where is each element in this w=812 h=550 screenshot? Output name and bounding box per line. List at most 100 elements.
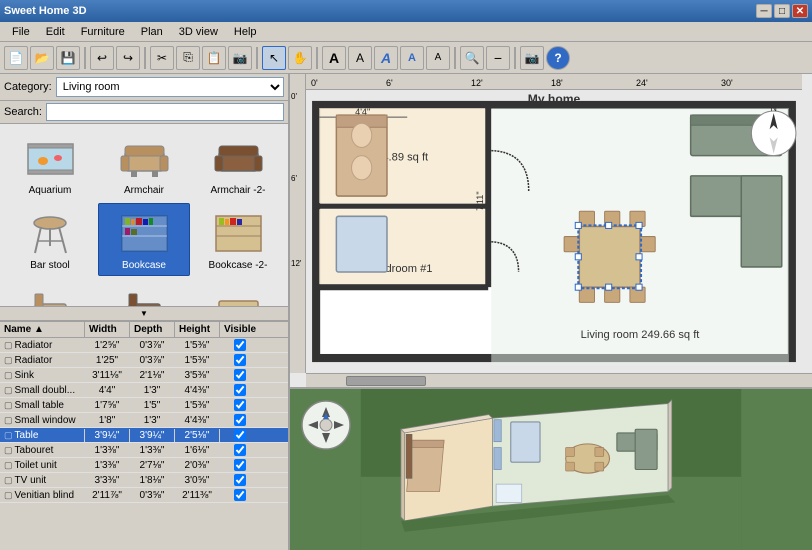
coffeetable-icon — [208, 283, 268, 306]
text-size-button[interactable]: A — [426, 46, 450, 70]
row-height: 1'5⅜" — [175, 354, 220, 367]
row-name: Toilet unit — [0, 459, 85, 472]
camera-button[interactable]: 📷 — [228, 46, 252, 70]
zoom-in-plan-button[interactable]: 🔍 — [460, 46, 484, 70]
visible-checkbox[interactable] — [234, 459, 246, 471]
visible-checkbox[interactable] — [234, 489, 246, 501]
visible-checkbox[interactable] — [234, 474, 246, 486]
furniture-item-aquarium[interactable]: Aquarium — [4, 128, 96, 201]
menu-edit[interactable]: Edit — [38, 24, 73, 40]
table-row[interactable]: Venitian blind 2'11⅞" 0'3⅝" 2'11⅜" — [0, 488, 288, 503]
save-button[interactable]: 💾 — [56, 46, 80, 70]
row-visible[interactable] — [220, 428, 260, 442]
visible-checkbox[interactable] — [234, 369, 246, 381]
zoom-out-button[interactable]: A — [348, 46, 372, 70]
row-width: 1'3⅜" — [85, 459, 130, 472]
maximize-button[interactable]: □ — [774, 4, 790, 18]
furniture-item-chair[interactable]: Chair — [4, 278, 96, 306]
col-depth[interactable]: Depth — [130, 322, 175, 337]
copy-button[interactable]: ⎘ — [176, 46, 200, 70]
visible-checkbox[interactable] — [234, 414, 246, 426]
col-name[interactable]: Name ▲ — [0, 322, 85, 337]
furniture-item-coffeetable[interactable]: Coffee table — [192, 278, 284, 306]
row-depth: 2'1⅛" — [130, 369, 175, 382]
text-style-button[interactable]: A — [400, 46, 424, 70]
visible-checkbox[interactable] — [234, 399, 246, 411]
open-button[interactable]: 📂 — [30, 46, 54, 70]
visible-checkbox[interactable] — [234, 339, 246, 351]
visible-checkbox[interactable] — [234, 384, 246, 396]
menu-furniture[interactable]: Furniture — [73, 24, 133, 40]
barstool-label: Bar stool — [30, 260, 69, 271]
visible-checkbox[interactable] — [234, 429, 246, 441]
row-visible[interactable] — [220, 383, 260, 397]
row-visible[interactable] — [220, 443, 260, 457]
new-button[interactable]: 📄 — [4, 46, 28, 70]
row-visible[interactable] — [220, 488, 260, 502]
row-visible[interactable] — [220, 398, 260, 412]
aquarium-icon — [20, 133, 80, 183]
close-button[interactable]: ✕ — [792, 4, 808, 18]
cut-button[interactable]: ✂ — [150, 46, 174, 70]
pan-button[interactable]: ✋ — [288, 46, 312, 70]
row-visible[interactable] — [220, 353, 260, 367]
col-width[interactable]: Width — [85, 322, 130, 337]
row-visible[interactable] — [220, 458, 260, 472]
undo-button[interactable]: ↩ — [90, 46, 114, 70]
paste-button[interactable]: 📋 — [202, 46, 226, 70]
table-row[interactable]: Toilet unit 1'3⅜" 2'7⅛" 2'0⅜" — [0, 458, 288, 473]
row-visible[interactable] — [220, 338, 260, 352]
category-select[interactable]: Living room Bedroom Kitchen Bathroom — [56, 77, 284, 97]
furniture-item-armchair2[interactable]: Armchair -2- — [192, 128, 284, 201]
separator-6 — [514, 47, 516, 69]
table-row[interactable]: Sink 3'11⅛" 2'1⅛" 3'5⅜" — [0, 368, 288, 383]
zoom-in-button[interactable]: A — [322, 46, 346, 70]
table-row[interactable]: Small table 1'7⅝" 1'5" 1'5⅜" — [0, 398, 288, 413]
visible-checkbox[interactable] — [234, 444, 246, 456]
table-row-selected[interactable]: Table 3'9¼" 3'9¼" 2'5⅛" — [0, 428, 288, 443]
text-button[interactable]: A — [374, 46, 398, 70]
chair-icon — [20, 283, 80, 306]
menu-help[interactable]: Help — [226, 24, 265, 40]
ruler-mark-0: 0' — [311, 78, 318, 88]
import-button[interactable]: 📷 — [520, 46, 544, 70]
barstool-icon — [20, 208, 80, 258]
furniture-item-chair2[interactable]: Chair -2- — [98, 278, 190, 306]
select-button[interactable]: ↖ — [262, 46, 286, 70]
ruler-top: 0' 6' 12' 18' 24' 30' — [306, 74, 802, 90]
row-name: Radiator — [0, 354, 85, 367]
furniture-item-bookcase[interactable]: Bookcase — [98, 203, 190, 276]
row-visible[interactable] — [220, 413, 260, 427]
row-visible[interactable] — [220, 368, 260, 382]
separator-3 — [256, 47, 258, 69]
grid-scroll-down[interactable]: ▼ — [0, 306, 288, 320]
visible-checkbox[interactable] — [234, 354, 246, 366]
redo-button[interactable]: ↪ — [116, 46, 140, 70]
table-row[interactable]: Small window 1'8" 1'3" 4'4⅜" — [0, 413, 288, 428]
col-height[interactable]: Height — [175, 322, 220, 337]
help-icon-button[interactable]: ? — [546, 46, 570, 70]
table-row[interactable]: Radiator 1'2⅝" 0'3⅞" 1'5⅜" — [0, 338, 288, 353]
menu-3dview[interactable]: 3D view — [171, 24, 226, 40]
row-name: Tabouret — [0, 444, 85, 457]
scrollbar-thumb-h[interactable] — [346, 376, 426, 386]
menu-file[interactable]: File — [4, 24, 38, 40]
window-controls: ─ □ ✕ — [756, 4, 808, 18]
zoom-out-plan-button[interactable]: − — [486, 46, 510, 70]
row-visible[interactable] — [220, 473, 260, 487]
scrollbar-horizontal[interactable] — [306, 373, 812, 387]
row-depth: 0'3⅝" — [130, 489, 175, 502]
table-row[interactable]: Tabouret 1'3⅜" 1'3⅜" 1'6⅛" — [0, 443, 288, 458]
floor-plan-canvas[interactable]: 84.89 sq ft Bedroom #1 Living room 249.6… — [306, 90, 802, 373]
table-row[interactable]: Small doubl... 4'4" 1'3" 4'4⅜" — [0, 383, 288, 398]
armchair2-label: Armchair -2- — [210, 185, 265, 196]
furniture-item-armchair[interactable]: Armchair — [98, 128, 190, 201]
furniture-item-barstool[interactable]: Bar stool — [4, 203, 96, 276]
table-row[interactable]: TV unit 3'3⅜" 1'8⅛" 3'0⅝" — [0, 473, 288, 488]
col-visible[interactable]: Visible — [220, 322, 260, 337]
search-input[interactable] — [46, 103, 284, 121]
table-row[interactable]: Radiator 1'25" 0'3⅞" 1'5⅜" — [0, 353, 288, 368]
furniture-item-bookcase2[interactable]: Bookcase -2- — [192, 203, 284, 276]
minimize-button[interactable]: ─ — [756, 4, 772, 18]
menu-plan[interactable]: Plan — [133, 24, 171, 40]
